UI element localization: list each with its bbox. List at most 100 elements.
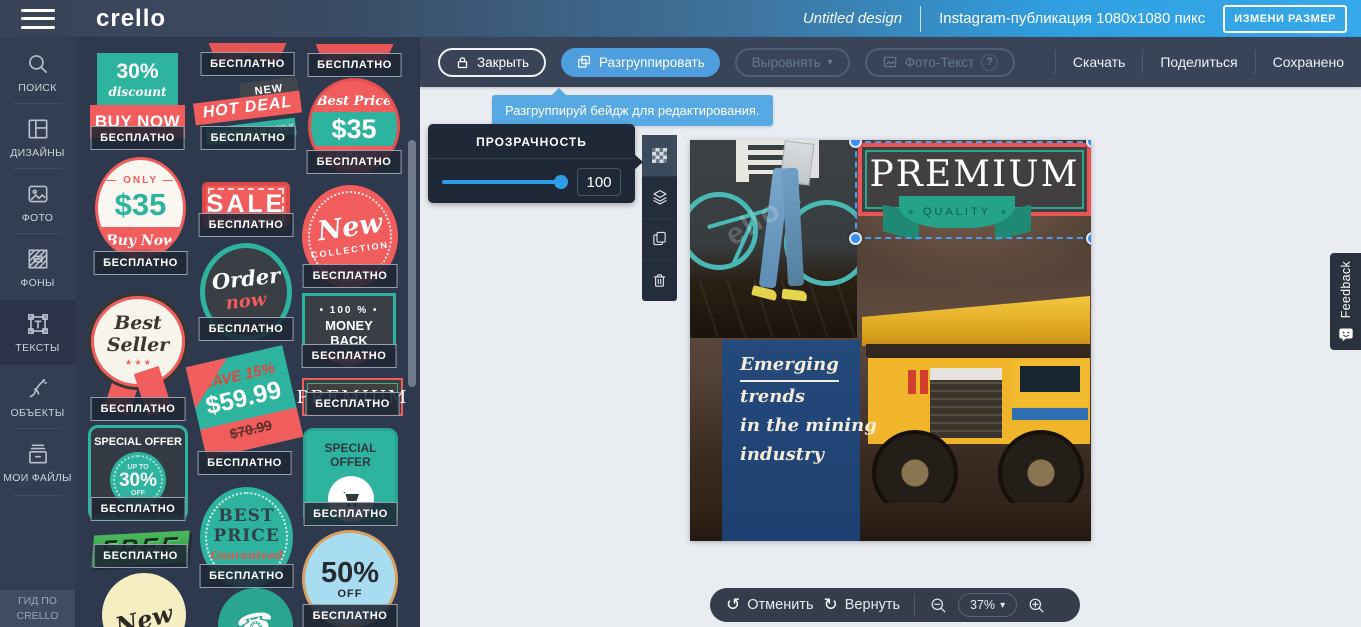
design-title[interactable]: Untitled design [803,10,902,27]
sticker-discount-buy-now[interactable]: 30% discount BUY NOW БЕСПЛАТНО [90,53,185,150]
duplicate-tool-button[interactable] [642,219,677,261]
toolbar-divider [914,594,916,616]
redo-icon: ↻ [823,595,838,614]
transparency-tool-button[interactable] [642,135,677,177]
crello-logo: crello [96,4,167,32]
transparency-value[interactable]: 100 [577,168,621,196]
quality-ribbon[interactable]: ✳ QUALITY ✳ [883,196,1031,241]
truck-body [868,356,1090,444]
ungroup-icon [578,55,590,68]
selection-handle-bottom-right[interactable] [1086,232,1091,245]
free-badge-label: БЕСПЛАТНО [301,344,397,368]
sidebar: ПОИСК ДИЗАЙНЫ ФОТО ФОНЫ ТЕКСТЫ ОБЪЕКТЫ М… [0,37,75,627]
photo-text-button[interactable]: Фото-Текст ? [864,47,1016,77]
design-canvas[interactable]: ello Emerging trends in the mining indus… [690,140,1091,541]
sidebar-item-guide[interactable]: ГИД ПО CRELLO [0,590,75,627]
sidebar-item-objects[interactable]: ОБЪЕКТЫ [0,365,75,430]
share-button[interactable]: Поделиться [1143,54,1254,70]
caption-text[interactable]: Emerging trends in the mining industry [740,350,877,469]
search-icon [28,55,47,73]
undo-button[interactable]: ↺ Отменить [726,595,814,615]
free-badge-label: БЕСПЛАТНО [200,126,296,150]
free-badge-label: БЕСПЛАТНО [197,451,292,475]
delete-tool-button[interactable] [642,260,677,301]
sticker-cut-ribbon-col2[interactable]: БЕСПЛАТНО [200,43,295,76]
sidebar-separator [13,428,62,429]
photo-text-icon [883,56,896,68]
sidebar-separator [13,233,62,234]
sidebar-item-designs[interactable]: ДИЗАЙНЫ [0,105,75,170]
sticker-cut-ribbon-col3[interactable]: БЕСПЛАТНО [307,44,402,77]
sticker-special-offer-cart[interactable]: SPECIAL OFFERSHOP AND SAVEБЕСПЛАТНО [303,428,398,526]
sticker-phone[interactable]: ☎ [218,588,293,627]
woman-bicycle-photo[interactable]: ello [690,140,857,338]
resize-button[interactable]: ИЗМЕНИ РАЗМЕР [1223,4,1347,33]
sticker-free[interactable]: FREEБЕСПЛАТНО [91,530,190,568]
my-files-icon [28,444,47,464]
hamburger-menu-icon[interactable] [21,8,55,29]
zoom-out-icon [931,598,946,612]
zoom-level-dropdown[interactable]: 37% ▾ [958,593,1018,617]
panel-scrollbar[interactable] [408,140,416,387]
ungroup-tooltip: Разгруппируй бейдж для редактирования. [492,88,773,126]
sidebar-separator [13,168,62,169]
sidebar-item-backgrounds[interactable]: ФОНЫ [0,235,75,300]
free-badge-label: БЕСПЛАТНО [307,53,402,77]
free-badge-label: БЕСПЛАТНО [303,502,398,526]
free-badge-label: БЕСПЛАТНО [198,213,294,237]
free-badge-label: БЕСПЛАТНО [302,264,398,288]
sticker-money-back[interactable]: • 100 % •MONEY BACKGUARANTEEDБЕСПЛАТНО [301,293,397,368]
sticker-best-price-35[interactable]: Best Price$35ONLYБЕСПЛАТНО [306,78,402,174]
photo-icon [28,185,47,203]
sticker-best-seller[interactable]: Best Seller ★ ★ ★ БЕСПЛАТНО [88,293,188,421]
sticker-save-15[interactable]: SAVE 15% $59.99 $70.99 БЕСПЛАТНО [185,345,304,475]
free-badge-label: БЕСПЛАТНО [93,251,188,275]
sticker-new-yellow[interactable]: New [102,573,186,627]
transparency-panel: ПРОЗРАЧНОСТЬ 100 [428,124,643,203]
sticker-only-35-buy-now[interactable]: — ONLY — $35 Buy Now БЕСПЛАТНО [93,157,188,275]
selection-handle-bottom-left[interactable] [849,232,862,245]
sticker-sale[interactable]: SALE БЕСПЛАТНО [198,180,294,237]
transparency-title: ПРОЗРАЧНОСТЬ [476,135,587,149]
download-button[interactable]: Скачать [1056,54,1143,70]
edit-toolbar: Закрыть Разгруппировать Выровнять ▾ Фото… [420,37,1361,87]
texts-icon [27,313,48,335]
feedback-tab[interactable]: Feedback [1330,253,1361,350]
ungroup-button[interactable]: Разгруппировать [561,47,720,77]
sidebar-item-search[interactable]: ПОИСК [0,40,75,105]
zoom-in-button[interactable] [1027,596,1046,615]
chevron-down-icon: ▾ [827,56,833,68]
zoom-out-button[interactable] [929,596,948,615]
sticker-premium[interactable]: PREMIUMБЕСПЛАТНО [297,378,406,416]
context-toolbar [642,135,677,301]
free-badge-label: БЕСПЛАТНО [302,604,398,627]
top-bar: crello Untitled design Instagram-публика… [0,0,1361,37]
backgrounds-icon [28,249,47,269]
sticker-best-price-guaranteed[interactable]: BEST PRICE Guaranteed БЕСПЛАТНО [199,487,294,588]
sticker-new-collection[interactable]: New COLLECTION БЕСПЛАТНО [302,185,398,288]
stickers-panel: БЕСПЛАТНО БЕСПЛАТНО 30% discount BUY NOW БЕСП… [75,37,420,627]
align-button[interactable]: Выровнять ▾ [734,47,850,77]
sidebar-item-texts[interactable]: ТЕКСТЫ [0,300,75,365]
close-button[interactable]: Закрыть [438,47,546,77]
free-badge-label: БЕСПЛАТНО [93,544,188,568]
undo-icon: ↺ [726,595,741,614]
topbar-divider [920,5,922,32]
free-badge-label: БЕСПЛАТНО [198,317,294,341]
sidebar-item-my-files[interactable]: МОИ ФАЙЛЫ [0,430,75,495]
sticker-hot-deal[interactable]: NEWHOT DEALTHIS MONTH ONLYБЕСПЛАТНО [193,76,302,150]
slider-knob[interactable] [554,175,568,189]
sticker-special-offer-30[interactable]: SPECIAL OFFERUP TO30%OFFTHIS MONTH ONLYБ… [88,425,188,521]
crello-editor: crello Untitled design Instagram-публика… [0,0,1361,627]
sidebar-item-photo[interactable]: ФОТО [0,170,75,235]
redo-button[interactable]: ↻ Вернуть [824,595,901,615]
layers-tool-button[interactable] [642,177,677,219]
layers-icon [652,190,667,205]
transparency-slider[interactable] [442,175,568,189]
transparency-icon [652,147,667,163]
sticker-order-now[interactable]: Order now БЕСПЛАТНО [198,243,294,341]
brush-icon [29,378,47,398]
sticker-fifty-off[interactable]: 50% OFF БЕСПЛАТНО [302,530,398,627]
design-format-label: Instagram-публикация 1080x1080 пикс [939,10,1206,27]
free-badge-label: БЕСПЛАТНО [199,564,294,588]
